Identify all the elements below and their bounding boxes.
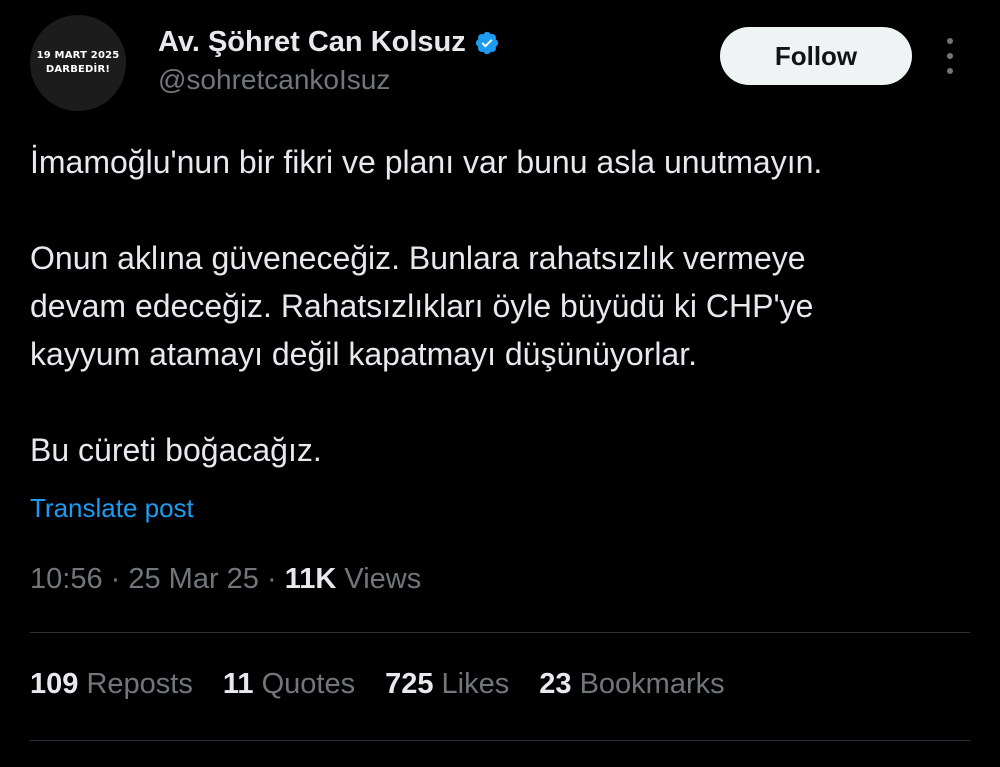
views-label: Views: [336, 563, 422, 595]
quotes-label: Quotes: [261, 668, 356, 700]
post-date[interactable]: 25 Mar 25: [128, 563, 259, 595]
more-options-icon[interactable]: [940, 38, 960, 74]
bookmarks-count: 23: [539, 668, 572, 700]
bookmarks-label: Bookmarks: [579, 668, 725, 700]
reposts-stat[interactable]: 109 Reposts: [30, 668, 193, 701]
quotes-stat[interactable]: 11 Quotes: [223, 668, 355, 701]
follow-button[interactable]: Follow: [720, 27, 912, 85]
meta-separator: ·: [258, 563, 285, 595]
post-line: kayyum atamayı değil kapatmayı düşünüyor…: [30, 336, 697, 372]
reposts-label: Reposts: [86, 668, 193, 700]
more-dot: [947, 38, 953, 44]
author-handle[interactable]: @sohretcankoIsuz: [158, 64, 390, 96]
reposts-count: 109: [30, 668, 79, 700]
avatar-text-line-1: 19 MART 2025: [36, 50, 120, 61]
post-line: devam edeceğiz. Rahatsızlıkları öyle büy…: [30, 288, 814, 324]
divider: [30, 632, 970, 633]
avatar-text-line-2: DARBEDİR!: [45, 64, 111, 75]
display-name-text[interactable]: Av. Şöhret Can Kolsuz: [158, 26, 466, 59]
more-dot: [947, 53, 953, 59]
likes-stat[interactable]: 725 Likes: [385, 668, 509, 701]
post-line: Onun aklına güveneceğiz. Bunlara rahatsı…: [30, 240, 806, 276]
avatar[interactable]: 19 MART 2025 DARBEDİR!: [30, 15, 126, 111]
translate-post-link[interactable]: Translate post: [30, 493, 194, 524]
divider: [30, 740, 970, 741]
quotes-count: 11: [222, 668, 254, 700]
verified-badge-icon[interactable]: [474, 30, 500, 56]
post-line: Bu cüreti boğacağız.: [30, 432, 322, 468]
engagement-stats: 109 Reposts 11 Quotes 725 Likes 23 Bookm…: [30, 668, 755, 701]
views-count: 11K: [284, 563, 337, 595]
likes-count: 725: [385, 668, 434, 700]
post-meta: 10:56 · 25 Mar 25 · 11K Views: [30, 563, 421, 596]
more-dot: [947, 68, 953, 74]
likes-label: Likes: [441, 668, 510, 700]
author-display-name[interactable]: Av. Şöhret Can Kolsuz: [158, 26, 500, 59]
post-line: İmamoğlu'nun bir fikri ve planı var bunu…: [30, 144, 823, 180]
post-time[interactable]: 10:56: [30, 563, 103, 595]
post-text: İmamoğlu'nun bir fikri ve planı var bunu…: [30, 138, 980, 474]
meta-separator: ·: [102, 563, 129, 595]
bookmarks-stat[interactable]: 23 Bookmarks: [539, 668, 724, 701]
